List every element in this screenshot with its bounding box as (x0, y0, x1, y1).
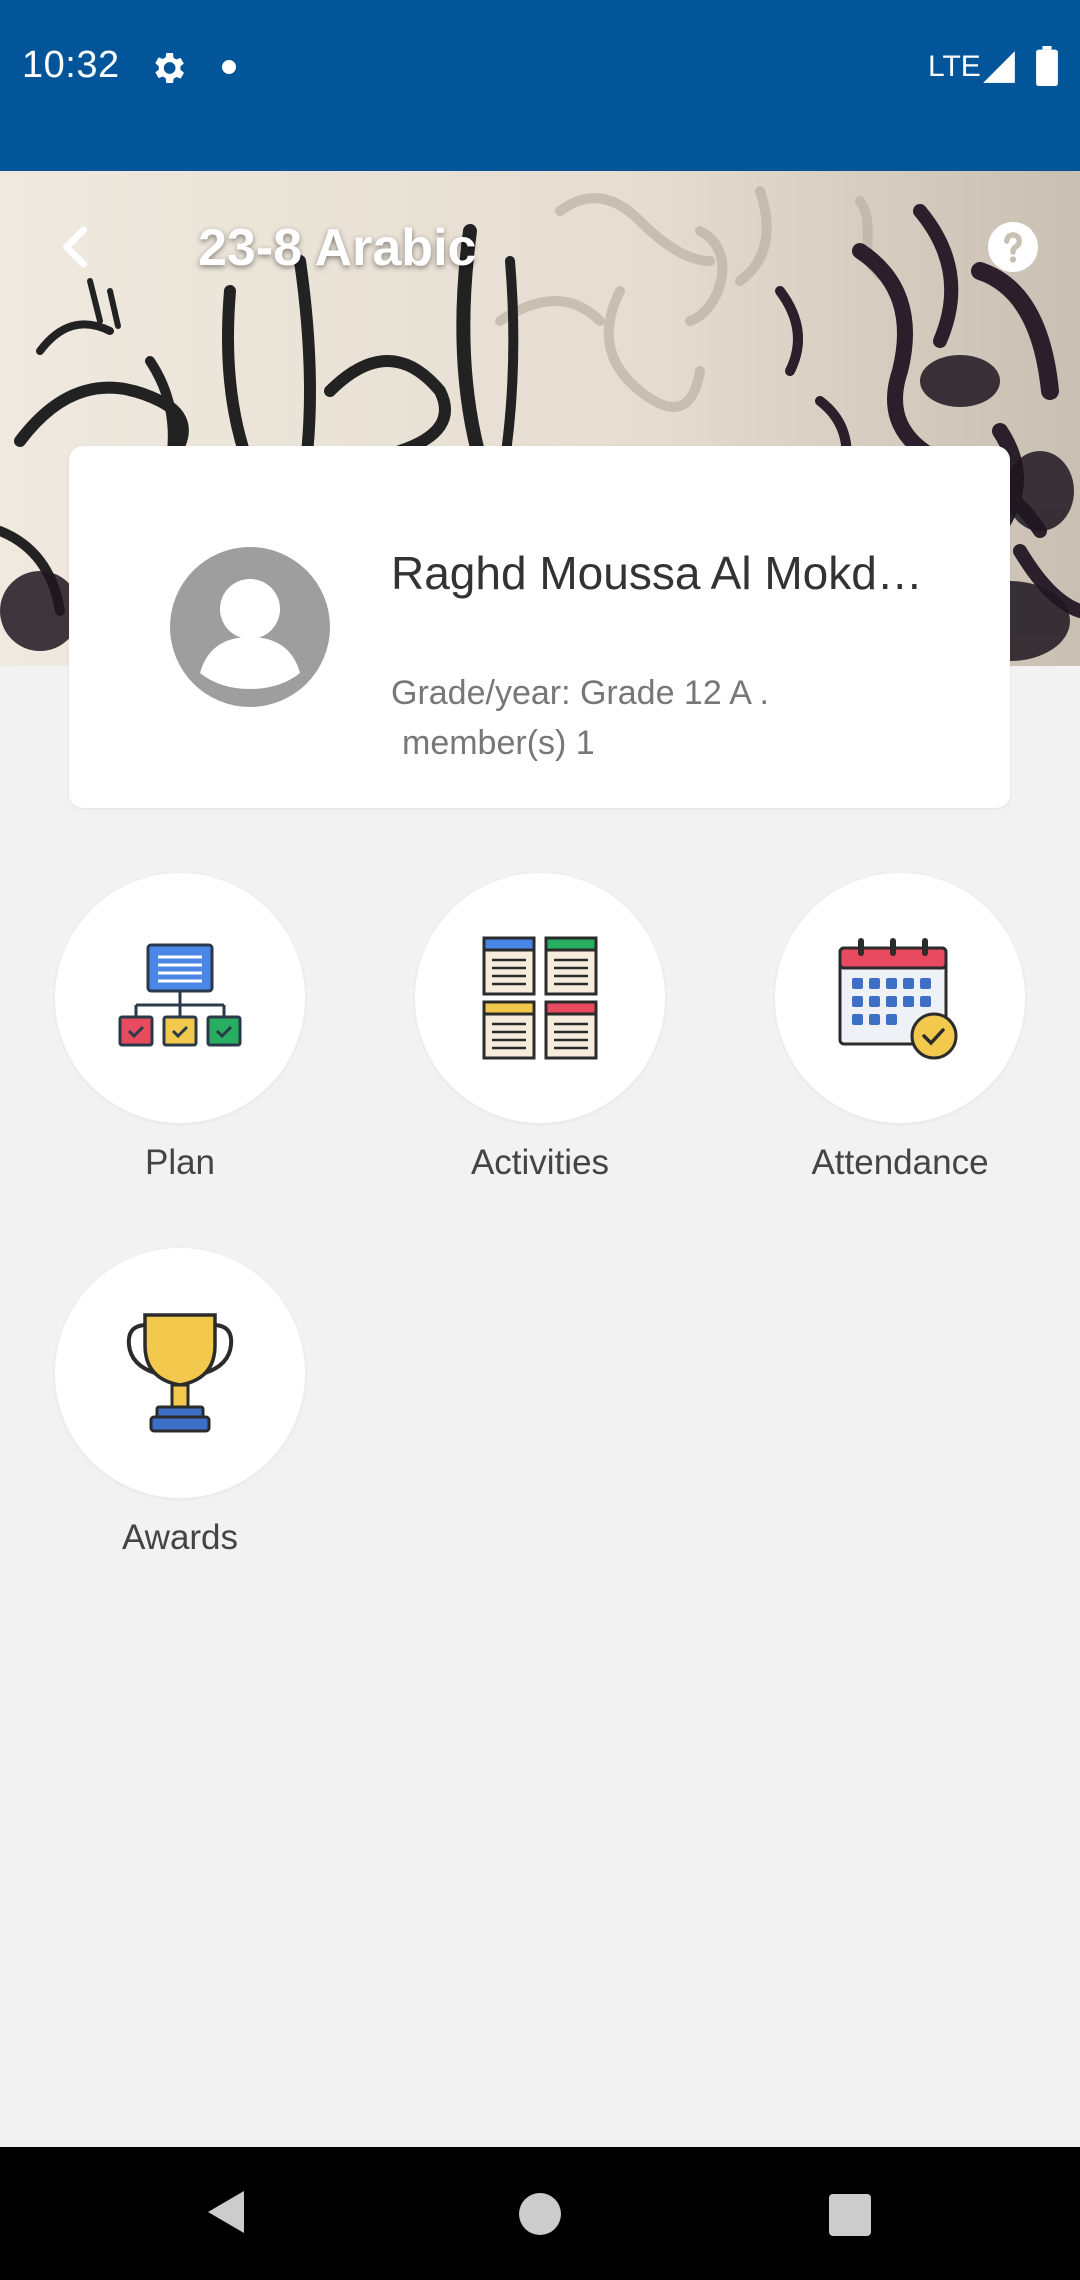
back-chevron-icon[interactable] (56, 224, 96, 270)
trophy-icon (126, 1313, 234, 1433)
awards-tile-circle[interactable] (55, 1248, 305, 1498)
student-name: Raghd Moussa Al Mokd… (391, 547, 923, 599)
activities-label: Activities (470, 1143, 610, 1182)
page-title: 23-8 Arabic (198, 219, 477, 277)
activities-tile-circle[interactable] (415, 873, 665, 1123)
activities-tile[interactable]: Activities (415, 873, 665, 1183)
system-nav-bar (0, 2147, 1080, 2280)
help-icon[interactable] (988, 222, 1038, 272)
notification-dot-icon (222, 60, 236, 74)
nav-recents-icon[interactable] (829, 2194, 871, 2236)
attendance-label: Attendance (811, 1143, 989, 1182)
avatar-placeholder-icon (170, 547, 330, 707)
plan-hierarchy-icon (118, 943, 242, 1047)
calendar-check-icon (838, 938, 958, 1060)
plan-tile[interactable]: Plan (55, 873, 305, 1183)
battery-icon (1036, 46, 1058, 86)
nav-back-icon[interactable] (204, 2187, 248, 2237)
status-time: 10:32 (22, 44, 120, 86)
awards-tile[interactable]: Awards (55, 1248, 305, 1558)
profile-card[interactable]: Raghd Moussa Al Mokd… Grade/year: Grade … (69, 446, 1010, 808)
nav-home-icon[interactable] (519, 2193, 561, 2235)
network-type: LTE (928, 50, 981, 83)
member-count-text: member(s) 1 (402, 724, 595, 762)
activities-grid-icon (482, 936, 598, 1060)
awards-label: Awards (121, 1518, 239, 1557)
grade-year-text: Grade/year: Grade 12 A . (391, 674, 770, 712)
signal-icon (983, 51, 1015, 83)
attendance-tile[interactable]: Attendance (775, 873, 1025, 1183)
plan-label: Plan (144, 1143, 216, 1182)
status-bar: 10:32 LTE (0, 0, 1080, 171)
plan-tile-circle[interactable] (55, 873, 305, 1123)
gear-icon (155, 53, 184, 83)
attendance-tile-circle[interactable] (775, 873, 1025, 1123)
